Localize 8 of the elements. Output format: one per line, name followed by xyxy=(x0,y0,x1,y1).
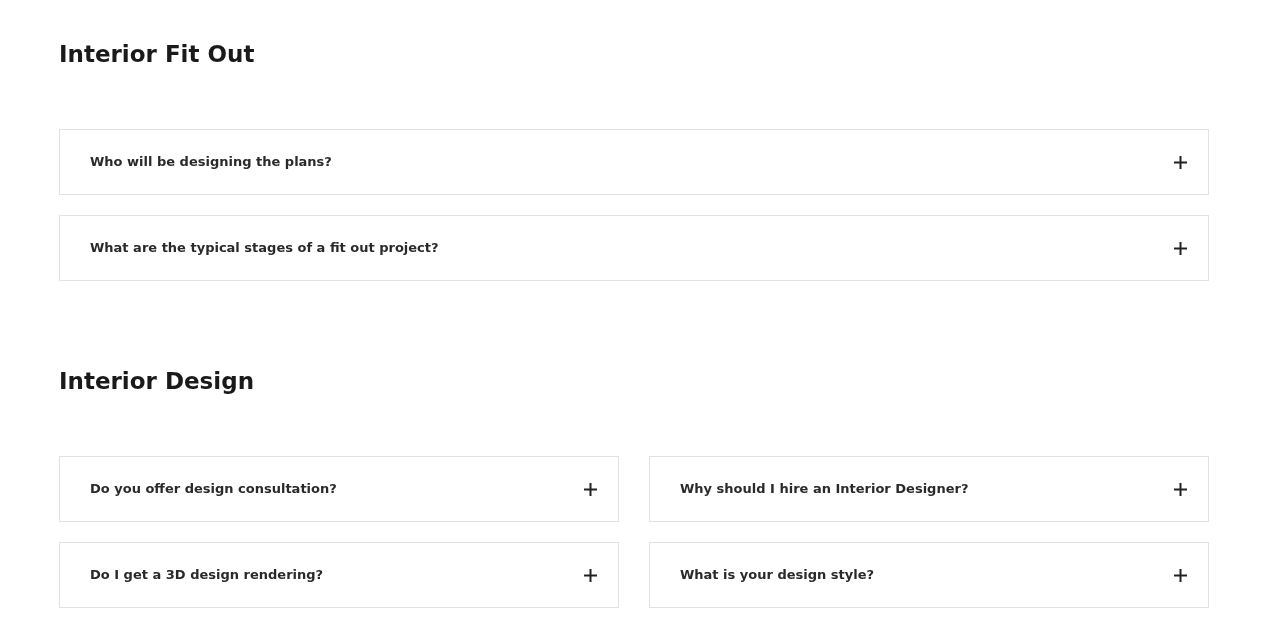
faq-item[interactable]: Do I get a 3D design rendering? xyxy=(59,542,619,608)
section-heading: Interior Fit Out xyxy=(59,40,256,69)
faq-item[interactable]: Who will be designing the plans? xyxy=(59,129,1209,195)
faq-item[interactable]: Do you offer design consultation? xyxy=(59,456,619,522)
faq-item[interactable]: What are the typical stages of a fit out project? xyxy=(59,215,1209,281)
section-heading: Interior Design xyxy=(59,367,255,396)
faq-item[interactable]: Why should I hire an Interior Designer? xyxy=(649,456,1209,522)
faq-item[interactable]: What is your design style? xyxy=(649,542,1209,608)
